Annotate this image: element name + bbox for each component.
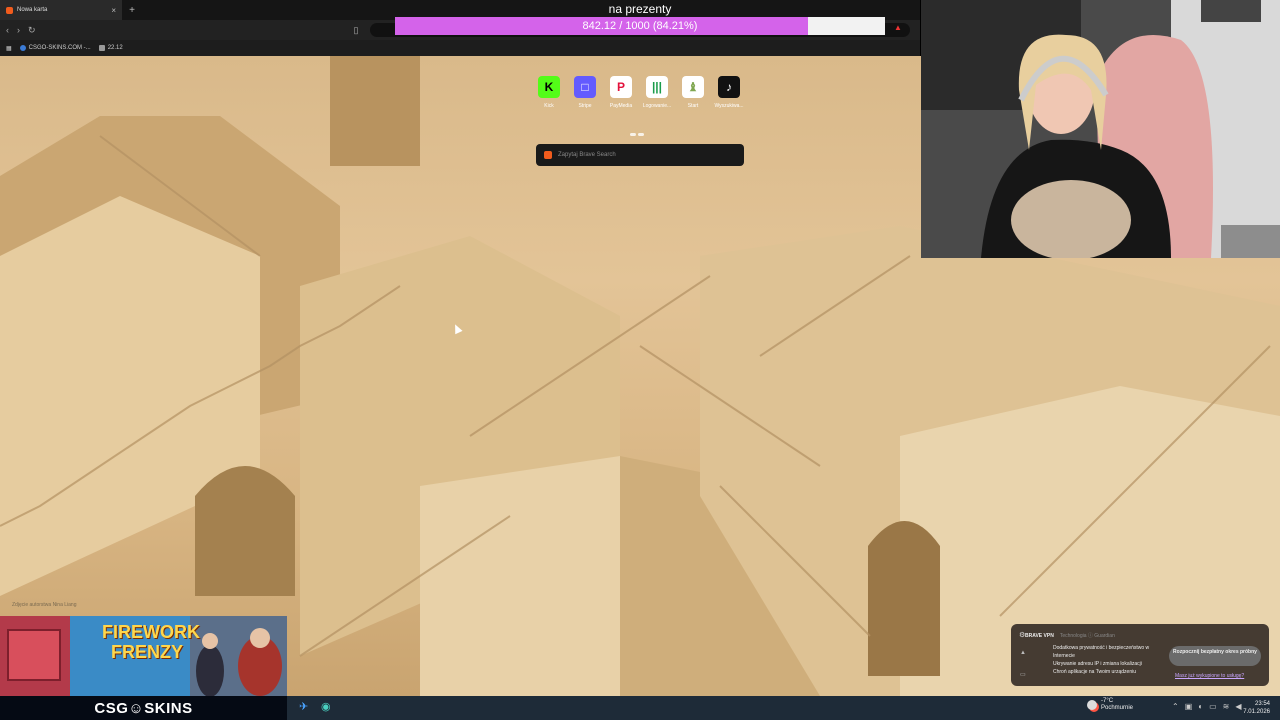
start-trial-button[interactable]: Rozpocznij bezpłatny okres próbny bbox=[1169, 646, 1261, 666]
brave-search-box[interactable]: Zapytaj Brave Search bbox=[536, 144, 744, 166]
donation-goal-widget: na prezenty 842.12 / 1000 (84.21%) bbox=[395, 2, 885, 38]
wifi-icon[interactable]: ≋ bbox=[1223, 702, 1230, 711]
shortcut-tile[interactable]: □ Stripe bbox=[571, 76, 599, 109]
volume-icon[interactable]: ◀ bbox=[1235, 702, 1241, 711]
brave-lion-icon bbox=[544, 151, 552, 159]
apps-grid-icon[interactable]: ▦ bbox=[6, 45, 12, 52]
back-icon[interactable]: ‹ bbox=[6, 25, 9, 35]
display-icon[interactable]: ▭ bbox=[1209, 702, 1217, 711]
bookmark-item[interactable]: CSGO-SKINS.COM -... bbox=[19, 45, 91, 51]
security-icon[interactable]: ◐ bbox=[1198, 702, 1203, 711]
chevron-up-icon[interactable]: ⌃ bbox=[1172, 702, 1179, 711]
list-item: Chroń aplikacje na Twoim urządzeniu bbox=[1053, 669, 1137, 675]
chess-icon: ♝ bbox=[682, 76, 704, 98]
vpn-brand: BRAVE VPN bbox=[1025, 632, 1054, 639]
clock[interactable]: 23:54 7.01.2026 bbox=[1243, 700, 1270, 716]
shortcut-label: Wyszukiwa... bbox=[714, 103, 744, 109]
bookmarks-bar: ▦ CSGO-SKINS.COM -... 22.12 bbox=[0, 40, 920, 56]
sponsor-logo: CSG☺SKINS bbox=[0, 696, 287, 720]
bars-icon: ||| bbox=[646, 76, 668, 98]
close-icon[interactable]: × bbox=[111, 6, 116, 15]
forward-icon[interactable]: › bbox=[17, 25, 20, 35]
shortcut-tile[interactable]: ||| Logowanie... bbox=[643, 76, 671, 109]
vpn-feature-list: Dodatkowa prywatność i bezpieczeństwo w … bbox=[1053, 644, 1153, 676]
kick-icon: K bbox=[538, 76, 560, 98]
taskbar: ✈ ◉ -7°C Pochmurnie ⌃ ▣ ◐ ▭ ≋ ◀ 23:54 7.… bbox=[287, 696, 1280, 720]
system-tray: ⌃ ▣ ◐ ▭ ≋ ◀ bbox=[1172, 702, 1242, 711]
vpn-shield-icon: ▲ bbox=[1020, 650, 1026, 656]
shortcut-tile[interactable]: ♝ Start bbox=[679, 76, 707, 109]
top-sites: K Kick □ Stripe P PayMedia ||| Logowanie... ♝ Sta… bbox=[535, 76, 744, 109]
goal-progress-text: 842.12 / 1000 (84.21%) bbox=[582, 20, 698, 32]
tiktok-icon: ♪ bbox=[718, 76, 740, 98]
tab-title: Nowa karta bbox=[17, 7, 48, 13]
banner-title: FIREWORK FRENZY bbox=[102, 622, 200, 662]
weather-widget[interactable]: -7°C Pochmurnie bbox=[1087, 698, 1133, 712]
pagination-dots[interactable] bbox=[630, 123, 650, 136]
site-favicon-icon bbox=[19, 45, 26, 51]
screen: Nowa karta × + ‹ › ↻ ▯ ▦ CSGO-SKINS.COM … bbox=[0, 0, 1280, 720]
vpn-tagline: Technologia ⓘ Guardian bbox=[1059, 633, 1115, 639]
reload-icon[interactable]: ↻ bbox=[28, 25, 36, 36]
shortcut-tile[interactable]: K Kick bbox=[535, 76, 563, 109]
shortcut-label: Logowanie... bbox=[642, 103, 672, 109]
list-item: Dodatkowa prywatność i bezpieczeństwo w … bbox=[1053, 645, 1150, 659]
tab-new-tab[interactable]: Nowa karta × bbox=[0, 0, 122, 20]
cloud-icon bbox=[1087, 700, 1097, 710]
device-icon: ▭ bbox=[1020, 672, 1026, 678]
search-placeholder: Zapytaj Brave Search bbox=[558, 152, 616, 158]
goal-progress-bar: 842.12 / 1000 (84.21%) bbox=[395, 17, 885, 35]
new-tab-button[interactable]: + bbox=[122, 5, 142, 16]
game-banner: FIREWORK FRENZY bbox=[0, 616, 287, 696]
stripe-icon: □ bbox=[574, 76, 596, 98]
page-favicon-icon bbox=[98, 45, 105, 51]
browser-app-icon[interactable]: ◉ bbox=[321, 700, 331, 713]
shields-icon[interactable]: ▲ bbox=[894, 23, 906, 35]
pin-icon[interactable]: ✈ bbox=[299, 700, 308, 713]
brave-icon bbox=[6, 6, 13, 14]
webcam-feed bbox=[921, 0, 1280, 258]
shortcut-label: Stripe bbox=[578, 103, 592, 109]
already-purchased-link[interactable]: Masz już wykupione to usługę? bbox=[1175, 673, 1244, 679]
goal-title: na prezenty bbox=[608, 2, 672, 16]
bookmark-item[interactable]: 22.12 bbox=[98, 45, 123, 51]
paymedia-icon: P bbox=[610, 76, 632, 98]
brave-vpn-card: ⚙ ▲ ▭ BRAVE VPN Technologia ⓘ Guardian D… bbox=[1011, 624, 1269, 686]
bookmark-icon[interactable]: ▯ bbox=[354, 25, 359, 36]
photo-credit: Zdjęcie autorstwa Nina Liang bbox=[12, 602, 77, 608]
shortcut-label: Start bbox=[687, 103, 699, 109]
list-item: Ukrywanie adresu IP i zmiana lokalizacji bbox=[1053, 661, 1142, 667]
network-icon[interactable]: ▣ bbox=[1185, 702, 1193, 711]
shortcut-tile[interactable]: P PayMedia bbox=[607, 76, 635, 109]
shortcut-tile[interactable]: ♪ Wyszukiwa... bbox=[714, 76, 744, 109]
shortcut-label: PayMedia bbox=[609, 103, 633, 109]
shortcut-label: Kick bbox=[544, 103, 554, 109]
